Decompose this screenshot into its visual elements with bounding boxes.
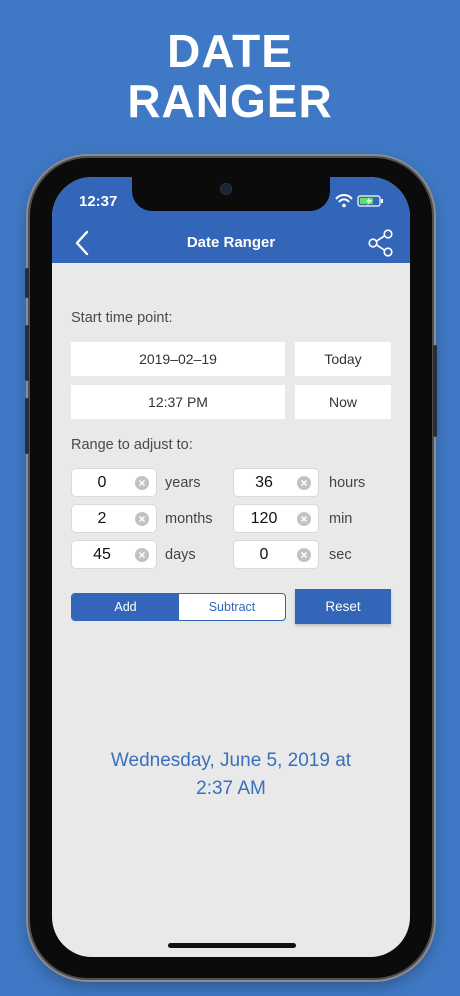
min-unit: min (329, 511, 353, 527)
sec-unit: sec (329, 547, 352, 563)
hours-input[interactable]: 36 (233, 468, 319, 497)
clear-icon[interactable] (135, 476, 149, 490)
notch (132, 177, 330, 211)
x-mark (138, 515, 146, 523)
camera-icon (220, 183, 232, 195)
add-segment[interactable]: Add (72, 594, 179, 620)
start-time-label: Start time point: (71, 310, 173, 326)
subtract-segment[interactable]: Subtract (179, 594, 285, 620)
months-unit: months (165, 511, 213, 527)
sec-input[interactable]: 0 (233, 540, 319, 569)
years-unit: years (165, 475, 201, 491)
years-value: 0 (97, 474, 107, 491)
clear-icon[interactable] (135, 512, 149, 526)
x-mark (300, 551, 308, 559)
months-input[interactable]: 2 (71, 504, 157, 533)
promo-title-line2: RANGER (127, 75, 333, 127)
days-value: 45 (93, 546, 111, 563)
clear-icon[interactable] (297, 548, 311, 562)
range-label: Range to adjust to: (71, 437, 193, 453)
promo-title: DATE RANGER (0, 26, 460, 126)
min-input[interactable]: 120 (233, 504, 319, 533)
add-subtract-segmented-control: Add Subtract (71, 593, 286, 621)
status-icons (334, 194, 394, 208)
wifi-icon (335, 194, 353, 208)
days-input[interactable]: 45 (71, 540, 157, 569)
min-value: 120 (250, 510, 278, 527)
sec-value: 0 (259, 546, 269, 563)
clear-icon[interactable] (297, 476, 311, 490)
home-indicator[interactable] (168, 943, 296, 948)
today-button[interactable]: Today (295, 342, 391, 376)
status-time: 12:37 (79, 193, 118, 210)
days-unit: days (165, 547, 196, 563)
volume-down-button (25, 398, 29, 454)
share-icon (368, 229, 393, 257)
nav-bar: 12:37 Date Ranger (52, 177, 410, 263)
reset-button[interactable]: Reset (295, 589, 391, 624)
years-input[interactable]: 0 (71, 468, 157, 497)
clear-icon[interactable] (297, 512, 311, 526)
status-indicators (335, 194, 383, 208)
x-mark (300, 515, 308, 523)
start-time-field[interactable]: 12:37 PM (71, 385, 285, 419)
result-line2: 2:37 AM (196, 778, 266, 799)
x-mark (138, 479, 146, 487)
x-mark (300, 479, 308, 487)
result-line1: Wednesday, June 5, 2019 at (110, 750, 352, 771)
hours-value: 36 (255, 474, 273, 491)
x-mark (138, 551, 146, 559)
result-text: Wednesday, June 5, 2019 at 2:37 AM (72, 747, 390, 803)
share-button[interactable] (368, 229, 394, 257)
nav-title: Date Ranger (186, 234, 276, 251)
months-value: 2 (97, 510, 107, 527)
clear-icon[interactable] (135, 548, 149, 562)
mute-switch (25, 268, 29, 298)
hours-unit: hours (329, 475, 366, 491)
app-screen: 12:37 Date Ranger Start time point: 2019… (52, 177, 410, 957)
volume-up-button (25, 325, 29, 381)
start-date-field[interactable]: 2019–02–19 (71, 342, 285, 376)
now-button[interactable]: Now (295, 385, 391, 419)
promo-title-line1: DATE (167, 25, 293, 77)
battery-charging-icon (357, 195, 383, 207)
power-button (433, 345, 437, 437)
